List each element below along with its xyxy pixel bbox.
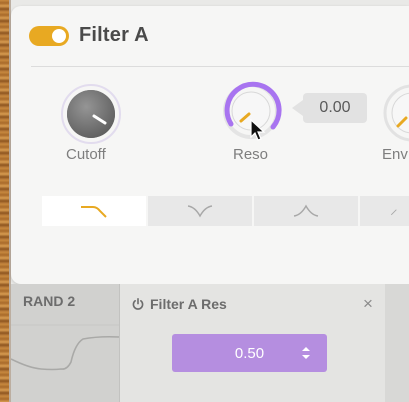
module-title: Filter A <box>79 24 149 46</box>
mouse-cursor-icon <box>250 119 266 141</box>
filter-type-highpass[interactable] <box>360 196 409 226</box>
filter-type-bandpass[interactable] <box>254 196 358 226</box>
highpass-icon <box>390 209 397 216</box>
close-icon[interactable]: × <box>363 294 373 314</box>
modulation-amount-popup: Filter A Res × 0.50 <box>120 284 385 402</box>
power-icon[interactable] <box>132 298 144 310</box>
adjacent-panel-strip <box>385 284 409 402</box>
modulation-amount-field[interactable]: 0.50 <box>172 334 327 372</box>
filter-type-notch[interactable] <box>148 196 252 226</box>
popup-header: Filter A Res <box>132 296 227 312</box>
rand2-source-panel[interactable]: RAND 2 <box>11 284 120 402</box>
value-readout: 0.00 <box>303 93 367 123</box>
lowpass-icon <box>81 206 107 218</box>
cutoff-label: Cutoff <box>66 146 106 163</box>
wood-side-panel <box>0 0 9 402</box>
env-knob[interactable] <box>380 82 409 144</box>
stepper-arrows-icon[interactable] <box>301 346 311 360</box>
env-label: Env <box>382 146 408 163</box>
popup-title: Filter A Res <box>150 296 227 312</box>
readout-arrow <box>292 100 303 116</box>
header-divider <box>31 66 409 67</box>
rand2-title: RAND 2 <box>23 293 76 309</box>
cutoff-knob[interactable] <box>60 83 122 145</box>
filter-enable-toggle[interactable] <box>29 26 69 46</box>
filter-module-panel <box>11 6 409 284</box>
toggle-knob <box>52 29 66 43</box>
bandpass-icon <box>293 204 319 217</box>
reso-label: Reso <box>233 146 269 163</box>
filter-type-lowpass[interactable] <box>42 196 146 226</box>
random-waveform-graph <box>11 324 119 371</box>
notch-icon <box>187 205 213 218</box>
